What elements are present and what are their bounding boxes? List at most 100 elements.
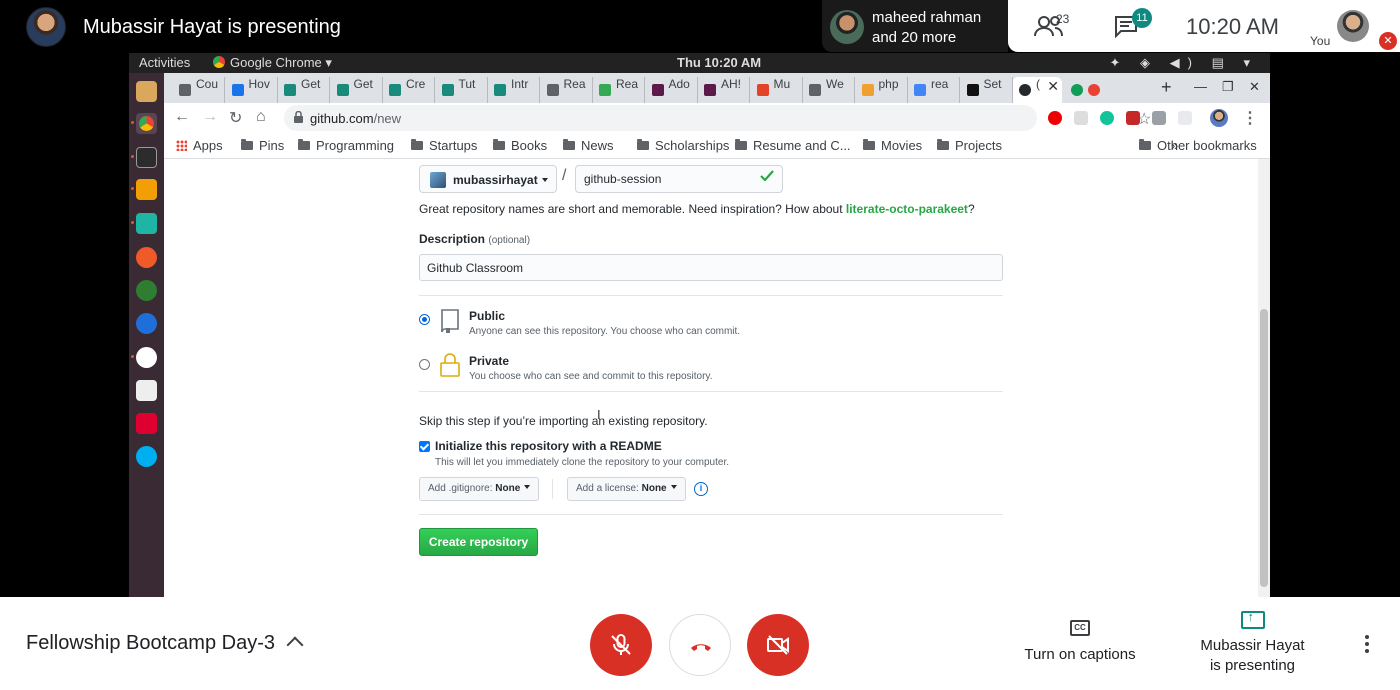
- bookmark-item[interactable]: News: [563, 138, 614, 153]
- back-button[interactable]: ←: [174, 108, 190, 126]
- scroll-thumb[interactable]: [1260, 309, 1268, 587]
- new-tab-button[interactable]: +: [1161, 77, 1172, 98]
- bookmark-item[interactable]: Books: [493, 138, 547, 153]
- bookmark-other[interactable]: Other bookmarks: [1139, 138, 1257, 153]
- apps-grid-icon: [176, 140, 187, 151]
- browser-tab[interactable]: Hov: [225, 77, 278, 103]
- participant-more-text: and 20 more: [872, 29, 957, 46]
- leave-call-button[interactable]: [669, 614, 731, 676]
- skype-icon[interactable]: [136, 446, 157, 467]
- tab-label: Ado: [668, 77, 690, 91]
- public-radio[interactable]: [419, 314, 430, 325]
- grammarly-icon[interactable]: [1100, 111, 1114, 125]
- browser-tab[interactable]: Get: [330, 77, 383, 103]
- restore-button[interactable]: ❐: [1222, 79, 1234, 95]
- opera-icon[interactable]: [1048, 111, 1062, 125]
- hangouts-icon: [1071, 84, 1083, 96]
- address-bar[interactable]: github.com/new ☆: [284, 105, 1151, 131]
- chrome-menu-icon[interactable]: ⋮: [1242, 108, 1258, 128]
- browser-tab[interactable]: Cre: [382, 77, 435, 103]
- browser-tab[interactable]: Set: [960, 77, 1013, 103]
- extension-blank-icon[interactable]: [1178, 111, 1192, 125]
- folder-icon: [493, 139, 505, 150]
- folder-icon: [937, 139, 949, 150]
- bookmark-item[interactable]: Programming: [298, 138, 394, 153]
- chevron-up-icon[interactable]: [286, 636, 304, 654]
- bookmark-item[interactable]: Resume and C...: [735, 138, 851, 153]
- browser-tab[interactable]: Get: [277, 77, 330, 103]
- repo-name-input[interactable]: github-session: [575, 165, 783, 193]
- rocket-icon[interactable]: [136, 280, 157, 301]
- create-repository-button[interactable]: Create repository: [419, 528, 538, 556]
- readme-checkbox[interactable]: [419, 441, 430, 452]
- camera-icon[interactable]: [1152, 111, 1166, 125]
- browser-tab[interactable]: Rea: [540, 77, 593, 103]
- bookmark-item[interactable]: Movies: [863, 138, 922, 153]
- shield-icon[interactable]: [1074, 111, 1088, 125]
- activities-button[interactable]: Activities: [139, 55, 190, 70]
- description-input[interactable]: [419, 254, 1003, 281]
- page-scrollbar[interactable]: [1258, 159, 1270, 597]
- bookmark-item[interactable]: Pins: [241, 138, 284, 153]
- self-tile[interactable]: You ✕: [1305, 0, 1400, 52]
- chat-badge: 11: [1132, 8, 1152, 28]
- sublime-icon[interactable]: [136, 179, 157, 200]
- browser-tab[interactable]: Tut: [435, 77, 488, 103]
- camera-toggle-button[interactable]: [747, 614, 809, 676]
- chrome-icon[interactable]: [136, 113, 157, 134]
- browser-tab[interactable]: rea: [907, 77, 960, 103]
- bookmark-label: Movies: [881, 138, 923, 153]
- close-window-button[interactable]: ✕: [1249, 79, 1260, 95]
- captions-button[interactable]: CC Turn on captions: [1010, 617, 1150, 673]
- participant-tile[interactable]: maheed rahman and 20 more: [822, 0, 1008, 52]
- forward-button[interactable]: →: [202, 108, 218, 126]
- bookmark-item[interactable]: Startups: [411, 138, 477, 153]
- compass-icon[interactable]: [136, 247, 157, 268]
- bookmark-item[interactable]: Projects: [937, 138, 1002, 153]
- angular-icon[interactable]: [136, 413, 157, 434]
- system-tray[interactable]: ✦ ◈ ◀) ▤ ▾: [1110, 55, 1258, 71]
- close-tab-icon[interactable]: ✕: [1047, 78, 1059, 95]
- private-radio[interactable]: [419, 359, 430, 370]
- profile-avatar[interactable]: [1210, 109, 1228, 127]
- postman-icon[interactable]: [136, 213, 157, 234]
- repo-name-hint: Great repository names are short and mem…: [419, 202, 975, 216]
- license-select[interactable]: Add a license: None: [567, 477, 686, 501]
- name-suggestion-link[interactable]: literate-octo-parakeet: [846, 202, 968, 216]
- tab-label: rea: [931, 77, 949, 91]
- terminal-icon[interactable]: [136, 147, 157, 168]
- bookmark-item[interactable]: Apps: [176, 138, 223, 153]
- tab-label: Intr: [511, 77, 529, 91]
- bookmark-item[interactable]: Scholarships: [637, 138, 729, 153]
- thunderbird-icon[interactable]: [136, 313, 157, 334]
- app-menu[interactable]: Google Chrome ▾: [213, 55, 332, 71]
- gitignore-select[interactable]: Add .gitignore: None: [419, 477, 540, 501]
- presenting-button[interactable]: Mubassir Hayat is presenting: [1185, 609, 1320, 674]
- browser-tab[interactable]: Ado: [645, 77, 698, 103]
- owner-select[interactable]: mubassirhayat: [419, 165, 557, 193]
- tab-hangouts[interactable]: [1064, 77, 1109, 103]
- browser-tab[interactable]: We: [802, 77, 855, 103]
- caret-down-icon: [541, 178, 548, 182]
- browser-tab[interactable]: Intr: [487, 77, 540, 103]
- minimize-button[interactable]: —: [1194, 79, 1207, 94]
- browser-tab[interactable]: Rea: [592, 77, 645, 103]
- microphone-toggle-button[interactable]: [590, 614, 652, 676]
- readme-label[interactable]: Initialize this repository with a README: [435, 439, 662, 453]
- browser-tab[interactable]: Mu: [750, 77, 803, 103]
- slack-icon[interactable]: [136, 347, 157, 368]
- more-options-icon[interactable]: [1359, 633, 1375, 657]
- tab-active[interactable]: ( ✕: [1012, 77, 1062, 103]
- extension-red-icon[interactable]: [1126, 111, 1140, 125]
- url-host: github.com: [310, 111, 374, 126]
- browser-tab[interactable]: AH!: [697, 77, 750, 103]
- home-button[interactable]: ⌂: [256, 108, 266, 126]
- desktop-clock[interactable]: Thu 10:20 AM: [677, 55, 761, 70]
- code-icon[interactable]: [136, 380, 157, 401]
- files-icon[interactable]: [136, 81, 157, 102]
- info-icon[interactable]: i: [694, 482, 708, 496]
- browser-tab[interactable]: Cou: [172, 77, 225, 103]
- meeting-name[interactable]: Fellowship Bootcamp Day-3: [26, 632, 275, 655]
- reload-button[interactable]: ↻: [229, 108, 242, 128]
- browser-tab[interactable]: php: [855, 77, 908, 103]
